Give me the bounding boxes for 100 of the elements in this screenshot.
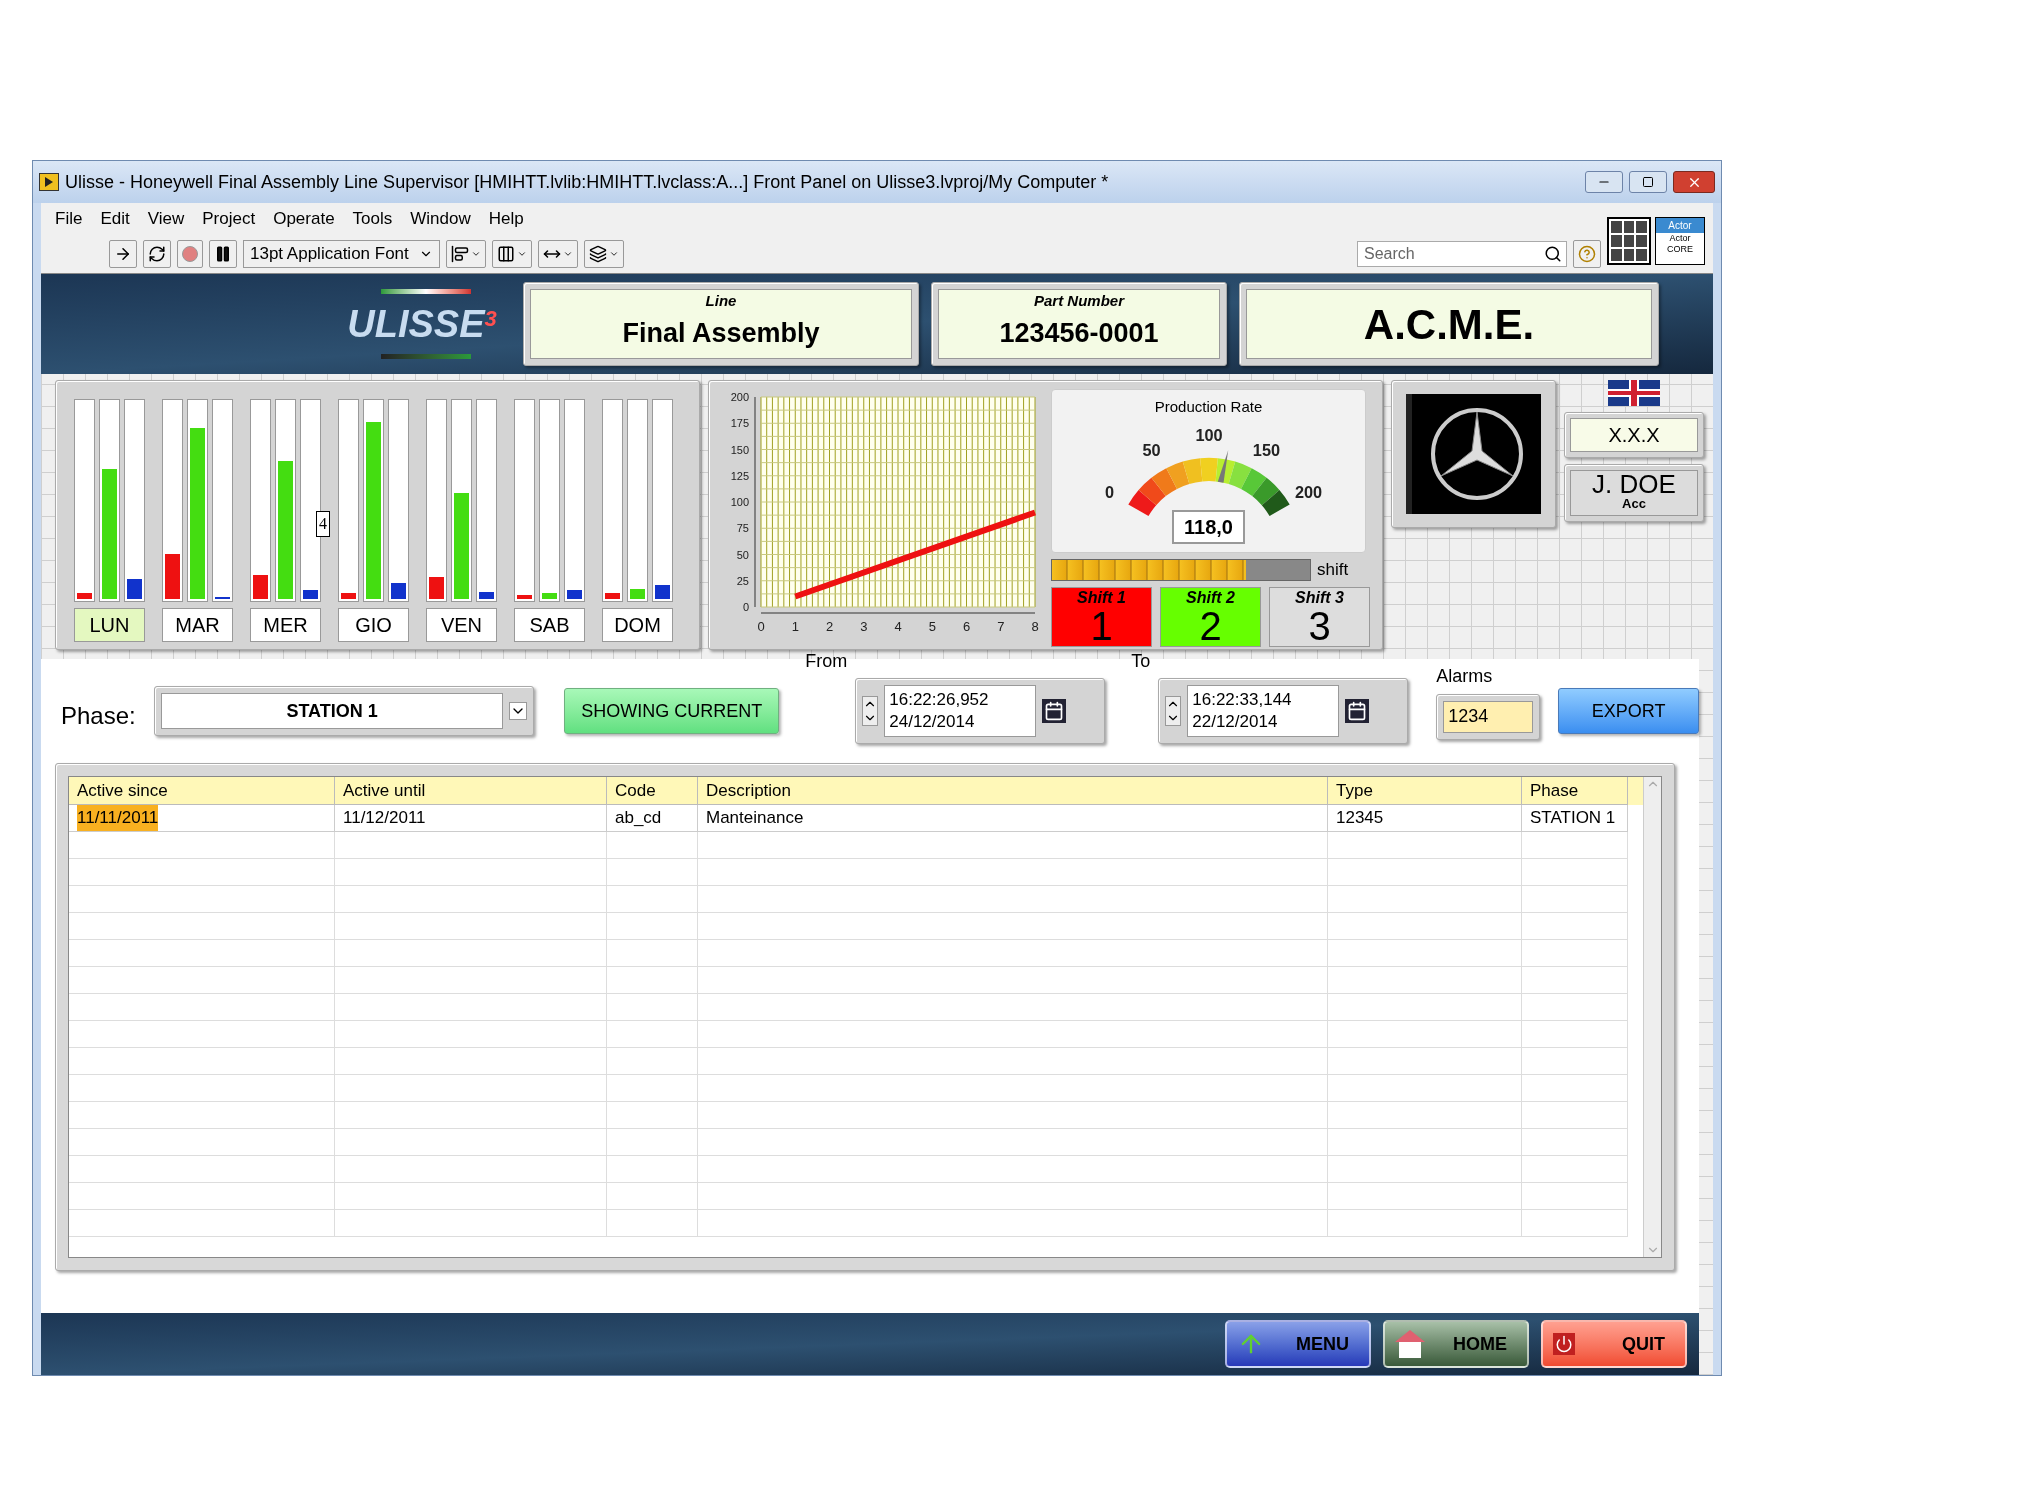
user-role: Acc xyxy=(1622,497,1646,510)
footer-button[interactable]: QUIT xyxy=(1541,1320,1687,1368)
maximize-icon xyxy=(1642,176,1654,188)
x-tick-label: 4 xyxy=(894,619,902,634)
align-icon xyxy=(450,245,469,263)
y-tick-label: 50 xyxy=(736,548,749,561)
menu-item[interactable]: Project xyxy=(196,206,262,232)
x-tick-label: 0 xyxy=(757,619,765,634)
y-tick-label: 175 xyxy=(730,417,749,430)
calendar-icon[interactable] xyxy=(1345,699,1370,723)
line-value: Final Assembly xyxy=(622,316,820,350)
caret-icon xyxy=(470,249,481,259)
reorder-button[interactable] xyxy=(583,240,624,268)
day-label[interactable]: GIO xyxy=(338,608,409,642)
table-cell[interactable]: 11/11/2011 xyxy=(77,805,159,831)
alarms-value: 1234 xyxy=(1443,700,1534,733)
range-label: To xyxy=(1131,650,1151,673)
column-header: Code xyxy=(607,777,698,805)
run-continuously-button[interactable] xyxy=(143,240,171,268)
menu-item[interactable]: Operate xyxy=(267,206,341,232)
search-icon xyxy=(1544,245,1562,263)
app-icon xyxy=(39,173,59,191)
day-label[interactable]: MER xyxy=(250,608,321,642)
distribute-icon xyxy=(496,245,515,263)
search-field[interactable]: Search xyxy=(1357,241,1567,267)
y-tick-label: 125 xyxy=(730,469,749,482)
table-cell[interactable]: ab_cd xyxy=(615,805,662,831)
x-tick-label: 5 xyxy=(928,619,936,634)
day-label[interactable]: MAR xyxy=(162,608,233,642)
column-header: Phase xyxy=(1522,777,1628,805)
menu-item[interactable]: View xyxy=(141,206,191,232)
align-button[interactable] xyxy=(445,240,486,268)
help-button[interactable] xyxy=(1573,240,1601,268)
x-tick-label: 1 xyxy=(791,619,799,634)
gauge-tick-label: 0 xyxy=(1104,482,1114,501)
close-button[interactable] xyxy=(1673,171,1715,193)
house-icon xyxy=(1395,1330,1425,1358)
window-title: Ulisse - Honeywell Final Assembly Line Supervisor [HMIHTT.lvlib:HMIHTT.lvclass:A...] Front Panel on Ulisse3.lvproj/My Computer * xyxy=(65,170,1109,194)
customer-name: A.C.M.E. xyxy=(1363,299,1535,350)
menu-item[interactable]: Tools xyxy=(346,206,399,232)
arrow-icon xyxy=(114,245,132,263)
table-cell[interactable]: STATION 1 xyxy=(1530,805,1616,831)
datetime-field[interactable]: 16:22:26,952 24/12/2014 xyxy=(884,685,1037,737)
cycle-arrows-icon xyxy=(148,245,166,263)
footer-button[interactable]: HOME xyxy=(1383,1320,1529,1368)
alarms-label: Alarms xyxy=(1436,664,1494,688)
menu-item[interactable]: Edit xyxy=(94,206,136,232)
distribute-button[interactable] xyxy=(491,240,532,268)
export-button[interactable]: EXPORT xyxy=(1558,688,1699,734)
gauge-tick-label: 50 xyxy=(1141,440,1161,459)
table-cell[interactable]: Manteinance xyxy=(706,805,804,831)
flag-icon xyxy=(1608,380,1660,406)
shift-indicator: Shift 2 2 xyxy=(1160,586,1261,647)
caret-icon xyxy=(562,249,573,259)
x-tick-label: 2 xyxy=(825,619,834,634)
part-number-label: Part Number xyxy=(1034,291,1124,311)
x-tick-label: 8 xyxy=(1031,619,1039,634)
table-cell[interactable]: 12345 xyxy=(1336,805,1384,831)
x-tick-label: 6 xyxy=(962,619,971,634)
gauge-tick-label: 200 xyxy=(1294,482,1322,501)
y-tick-label: 100 xyxy=(730,496,749,508)
menu-item[interactable]: Help xyxy=(482,206,530,232)
shift-indicator: Shift 3 3 xyxy=(1269,586,1370,647)
shift-indicator: Shift 1 1 xyxy=(1051,586,1152,647)
phase-label: Phase: xyxy=(61,701,136,731)
help-icon xyxy=(1578,245,1596,263)
day-label[interactable]: VEN xyxy=(426,608,497,642)
x-tick-label: 7 xyxy=(997,619,1005,634)
phase-dropdown[interactable]: STATION 1 xyxy=(160,693,504,729)
power-icon xyxy=(1553,1333,1575,1355)
footer-button[interactable]: MENU xyxy=(1225,1320,1371,1368)
menu-item[interactable]: Window xyxy=(404,206,477,232)
caret-icon xyxy=(608,249,619,259)
y-tick-label: 0 xyxy=(742,601,749,613)
day-label[interactable]: DOM xyxy=(602,608,673,642)
maximize-button[interactable] xyxy=(1629,171,1667,193)
calendar-icon[interactable] xyxy=(1042,699,1067,723)
gauge-tick-label: 100 xyxy=(1194,425,1223,444)
grid-icon xyxy=(1607,217,1651,265)
font-dropdown[interactable]: 13pt Application Font xyxy=(243,240,440,268)
day-label[interactable]: SAB xyxy=(514,608,585,642)
menu-item[interactable]: File xyxy=(49,206,89,232)
showing-current-button[interactable]: SHOWING CURRENT xyxy=(564,688,780,734)
logo: ULISSE$^{3}$ xyxy=(341,281,511,367)
day-label[interactable]: LUN xyxy=(74,608,145,642)
pause-button[interactable] xyxy=(209,240,237,268)
version-text: X.X.X xyxy=(1608,423,1660,448)
datetime-field[interactable]: 16:22:33,144 22/12/2014 xyxy=(1187,685,1340,737)
resize-button[interactable] xyxy=(537,240,578,268)
user-name: J. DOE xyxy=(1592,471,1676,497)
y-tick-label: 150 xyxy=(730,443,749,456)
actor-title: Actor xyxy=(1656,218,1704,233)
shift-progress-label: shift xyxy=(1317,559,1349,581)
table-cell[interactable]: 11/12/2011 xyxy=(343,805,426,831)
part-number-value: 123456-0001 xyxy=(999,316,1159,350)
minimize-button[interactable] xyxy=(1585,171,1623,193)
pause-icon xyxy=(214,245,232,263)
layers-icon xyxy=(588,245,607,263)
actor-subtitle: Actor CORE xyxy=(1666,233,1694,255)
run-button[interactable] xyxy=(109,240,137,268)
